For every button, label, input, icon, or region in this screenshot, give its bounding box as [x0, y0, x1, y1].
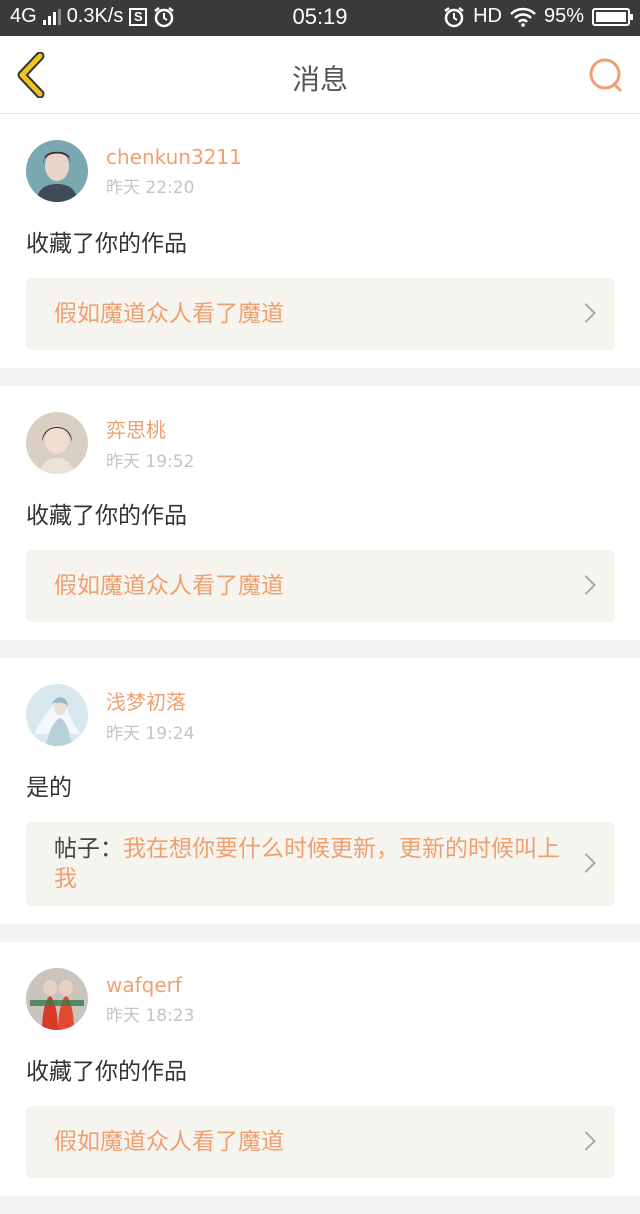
page-title: 消息 [291, 63, 348, 96]
timestamp: 昨天 18:23 [106, 1005, 195, 1026]
message-header: 弈思桃 昨天 19:52 [26, 412, 615, 474]
battery-icon [592, 7, 633, 26]
message-card: chenkun3211 昨天 22:20 收藏了你的作品 假如魔道众人看了魔道 [0, 114, 640, 368]
message-list: chenkun3211 昨天 22:20 收藏了你的作品 假如魔道众人看了魔道 … [0, 114, 640, 1214]
avatar[interactable] [26, 140, 88, 202]
message-card: wafqerf 昨天 18:23 收藏了你的作品 假如魔道众人看了魔道 [0, 942, 640, 1196]
user-name[interactable]: chenkun3211 [106, 145, 242, 169]
avatar[interactable] [26, 968, 88, 1030]
work-link-label: 假如魔道众人看了魔道 [54, 1129, 284, 1155]
nav-header: 消息 [0, 36, 640, 114]
timestamp: 昨天 22:20 [106, 177, 195, 198]
work-link[interactable]: 假如魔道众人看了魔道 [26, 550, 615, 622]
user-name[interactable]: 浅梦初落 [106, 686, 194, 715]
message-header: 浅梦初落 昨天 19:24 [26, 684, 615, 746]
search-icon [589, 58, 622, 92]
chevron-right-icon [576, 1131, 596, 1151]
hd-label: HD [473, 5, 502, 27]
avatar[interactable] [26, 684, 88, 746]
wifi-icon [510, 7, 536, 27]
message-meta: chenkun3211 昨天 22:20 [106, 145, 242, 198]
work-link[interactable]: 假如魔道众人看了魔道 [26, 1106, 615, 1178]
user-name[interactable]: wafqerf [106, 973, 194, 997]
timestamp: 昨天 19:24 [106, 724, 195, 744]
message-text: 收藏了你的作品 [26, 231, 187, 257]
chevron-right-icon [576, 303, 596, 323]
message-meta: wafqerf 昨天 18:23 [106, 973, 194, 1026]
post-link[interactable]: 帖子：我在想你要什么时候更新，更新的时候叫上我 [26, 822, 615, 906]
timestamp: 昨天 19:52 [106, 452, 195, 472]
chevron-right-icon [576, 575, 596, 595]
work-link-label: 假如魔道众人看了魔道 [54, 301, 284, 327]
user-name[interactable]: 弈思桃 [106, 414, 194, 443]
message-card: 弈思桃 昨天 19:52 收藏了你的作品 假如魔道众人看了魔道 [0, 386, 640, 640]
message-text: 收藏了你的作品 [26, 1059, 187, 1085]
message-text: 是的 [26, 775, 72, 801]
alarm-icon [444, 6, 464, 27]
message-meta: 浅梦初落 昨天 19:24 [106, 686, 194, 744]
message-header: chenkun3211 昨天 22:20 [26, 140, 615, 202]
chevron-right-icon [576, 853, 596, 873]
message-meta: 弈思桃 昨天 19:52 [106, 414, 194, 472]
battery-percent: 95% [543, 5, 584, 27]
message-text: 收藏了你的作品 [26, 503, 187, 529]
status-right: HD 95% [443, 5, 633, 28]
avatar[interactable] [26, 412, 88, 474]
message-header: wafqerf 昨天 18:23 [26, 968, 615, 1030]
message-card: 浅梦初落 昨天 19:24 是的 帖子：我在想你要什么时候更新，更新的时候叫上我 [0, 658, 640, 924]
search-button[interactable] [586, 56, 626, 96]
status-bar: 4G 0.3K/s S 05:19 HD 95% [0, 0, 640, 36]
post-prefix: 帖子： [54, 836, 123, 862]
work-link-label: 假如魔道众人看了魔道 [54, 573, 284, 599]
post-link-label: 帖子：我在想你要什么时候更新，更新的时候叫上我 [54, 836, 560, 892]
work-link[interactable]: 假如魔道众人看了魔道 [26, 278, 615, 350]
